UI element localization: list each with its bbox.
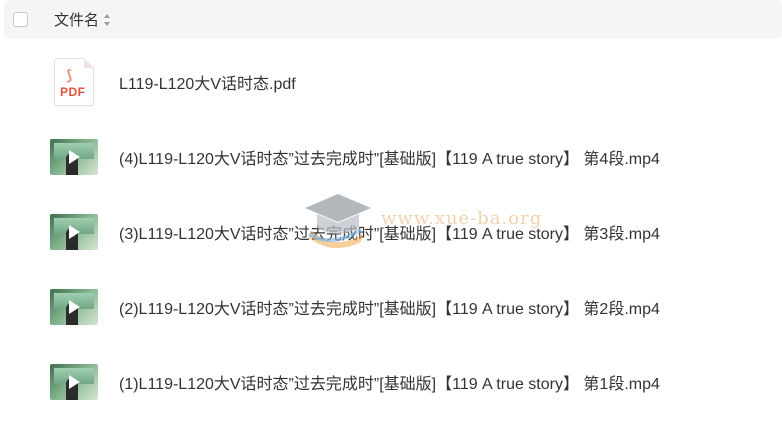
file-row[interactable]: (1)L119-L120大V话时态”过去完成时”[基础版]【119 A true…: [0, 357, 782, 407]
file-name[interactable]: L119-L120大V话时态.pdf: [119, 70, 296, 94]
file-row[interactable]: (3)L119-L120大V话时态”过去完成时”[基础版]【119 A true…: [0, 207, 782, 257]
pdf-file-icon: ⟆ PDF: [54, 58, 94, 106]
play-icon: [69, 150, 80, 164]
acrobat-icon: ⟆: [66, 67, 73, 83]
filename-column-header[interactable]: 文件名: [54, 9, 99, 30]
file-name[interactable]: (4)L119-L120大V话时态”过去完成时”[基础版]【119 A true…: [119, 145, 660, 169]
file-name[interactable]: (2)L119-L120大V话时态”过去完成时”[基础版]【119 A true…: [119, 295, 660, 319]
select-all-checkbox[interactable]: [13, 12, 28, 27]
sort-icon[interactable]: [104, 13, 111, 26]
play-icon: [69, 300, 80, 314]
file-row[interactable]: (4)L119-L120大V话时态”过去完成时”[基础版]【119 A true…: [0, 132, 782, 182]
file-list-header: 文件名: [4, 0, 782, 39]
file-name[interactable]: (1)L119-L120大V话时态”过去完成时”[基础版]【119 A true…: [119, 370, 660, 394]
play-icon: [69, 375, 80, 389]
file-row[interactable]: ⟆ PDF L119-L120大V话时态.pdf: [0, 57, 782, 107]
video-thumbnail: [50, 364, 98, 400]
video-thumbnail: [50, 214, 98, 250]
file-name[interactable]: (3)L119-L120大V话时态”过去完成时”[基础版]【119 A true…: [119, 220, 660, 244]
video-thumbnail: [50, 139, 98, 175]
play-icon: [69, 225, 80, 239]
video-thumbnail: [50, 289, 98, 325]
file-row[interactable]: (2)L119-L120大V话时态”过去完成时”[基础版]【119 A true…: [0, 282, 782, 332]
